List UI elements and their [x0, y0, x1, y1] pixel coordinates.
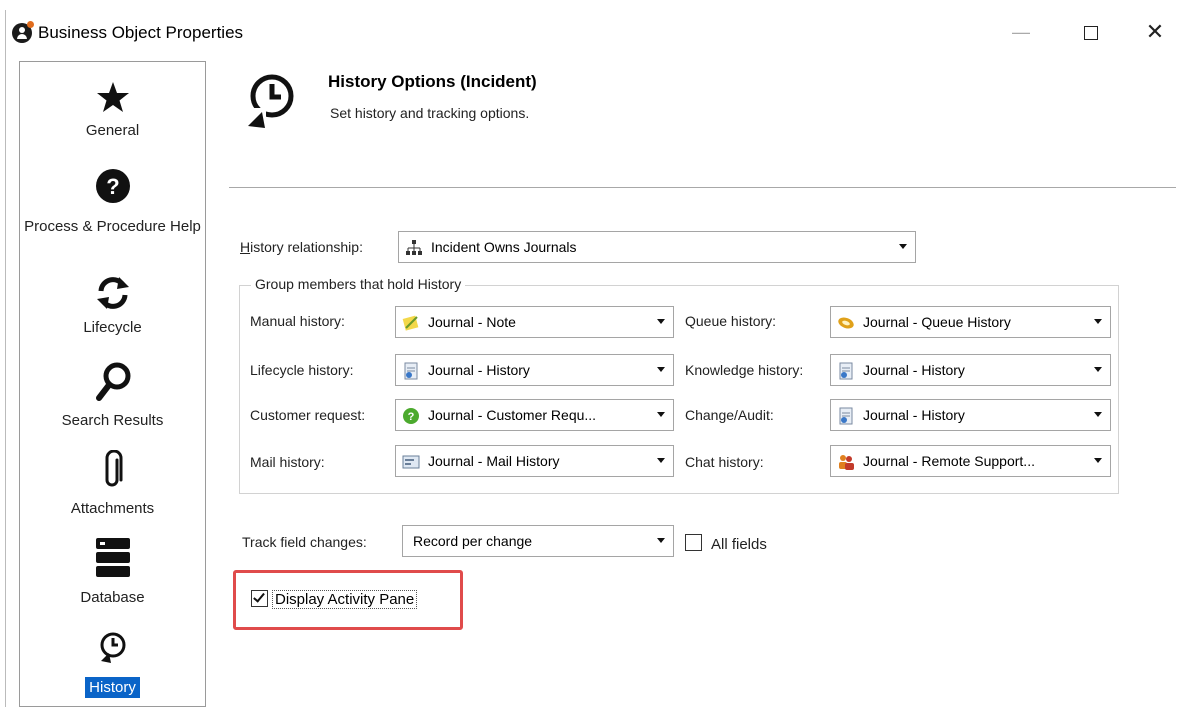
queue-history-dropdown[interactable]: Journal - Queue History — [830, 306, 1111, 338]
chevron-down-icon — [657, 458, 665, 463]
dropdown-value: Record per change — [413, 533, 533, 549]
chevron-down-icon — [657, 412, 665, 417]
note-icon — [402, 315, 419, 331]
history-relationship-dropdown[interactable]: Incident Owns Journals — [398, 231, 916, 263]
change-audit-label: Change/Audit: — [685, 407, 774, 423]
knowledge-history-label: Knowledge history: — [685, 362, 804, 378]
dropdown-value: Journal - Queue History — [863, 314, 1011, 330]
dropdown-value: Incident Owns Journals — [431, 239, 577, 255]
sidebar-item-label: General — [85, 122, 140, 139]
dropdown-value: Journal - Mail History — [428, 453, 560, 469]
hierarchy-icon — [406, 240, 422, 255]
mail-icon — [402, 455, 420, 469]
queue-icon — [838, 317, 854, 329]
chevron-down-icon — [1094, 412, 1102, 417]
customer-request-label: Customer request: — [250, 407, 366, 423]
track-field-changes-dropdown[interactable]: Record per change — [402, 525, 674, 557]
customer-request-icon: ? — [403, 408, 419, 424]
group-title: Group members that hold History — [251, 276, 466, 292]
history-icon — [248, 74, 294, 128]
header-divider — [229, 187, 1176, 188]
window-title: Business Object Properties — [38, 23, 244, 42]
dropdown-value: Journal - History — [428, 362, 530, 378]
sidebar-item-attachments[interactable]: Attachments — [20, 450, 205, 517]
chevron-down-icon — [657, 538, 665, 543]
history-relationship-label: History relationship: — [240, 239, 363, 255]
queue-history-label: Queue history: — [685, 313, 777, 329]
question-icon: ? — [95, 169, 130, 203]
chevron-down-icon — [1094, 458, 1102, 463]
sidebar-item-label: Attachments — [70, 500, 155, 517]
journal-icon — [404, 362, 418, 380]
sidebar-item-label: Search Results — [61, 412, 164, 429]
manual-history-dropdown[interactable]: Journal - Note — [395, 306, 674, 338]
star-icon — [96, 82, 129, 112]
window-left-border — [5, 10, 6, 707]
dropdown-value: Journal - Customer Requ... — [428, 407, 597, 423]
chevron-down-icon — [899, 244, 907, 249]
display-activity-pane-checkbox[interactable] — [251, 590, 268, 607]
chat-history-label: Chat history: — [685, 454, 764, 470]
manual-history-label: Manual history: — [250, 313, 345, 329]
sidebar: General ? Process & Procedure Help Lifec… — [19, 61, 206, 707]
journal-icon — [839, 407, 853, 425]
sidebar-item-label: Database — [80, 589, 145, 606]
magnifier-icon — [95, 362, 130, 401]
dropdown-value: Journal - History — [863, 407, 965, 423]
svg-text:?: ? — [408, 411, 415, 423]
journal-icon — [839, 362, 853, 380]
title-bar: Business Object Properties — ✕ — [0, 0, 1188, 60]
mail-history-label: Mail history: — [250, 454, 325, 470]
change-audit-dropdown[interactable]: Journal - History — [830, 399, 1111, 431]
mail-history-dropdown[interactable]: Journal - Mail History — [395, 445, 674, 477]
dropdown-value: Journal - Remote Support... — [863, 453, 1035, 469]
history-icon — [100, 632, 125, 663]
sidebar-item-search-results[interactable]: Search Results — [20, 362, 205, 429]
app-logo-icon — [12, 21, 34, 43]
sidebar-item-label: Lifecycle — [83, 319, 142, 336]
minimize-button[interactable]: — — [998, 14, 1044, 50]
sidebar-item-process-help[interactable]: ? Process & Procedure Help — [20, 168, 205, 235]
dropdown-value: Journal - History — [863, 362, 965, 378]
display-activity-pane-label[interactable]: Display Activity Pane — [272, 590, 418, 609]
knowledge-history-dropdown[interactable]: Journal - History — [830, 354, 1111, 386]
chevron-down-icon — [1094, 367, 1102, 372]
chat-people-icon — [839, 455, 854, 470]
all-fields-label: All fields — [711, 536, 767, 553]
maximize-icon — [1084, 26, 1098, 41]
all-fields-checkbox[interactable] — [685, 534, 702, 551]
sidebar-item-general[interactable]: General — [20, 80, 205, 139]
sidebar-item-lifecycle[interactable]: Lifecycle — [20, 275, 205, 336]
chat-history-dropdown[interactable]: Journal - Remote Support... — [830, 445, 1111, 477]
sidebar-item-label: Process & Procedure Help — [24, 218, 201, 235]
lifecycle-history-label: Lifecycle history: — [250, 362, 354, 378]
svg-text:?: ? — [106, 174, 119, 199]
dropdown-value: Journal - Note — [428, 314, 516, 330]
close-button[interactable]: ✕ — [1132, 14, 1178, 50]
refresh-icon — [96, 277, 129, 309]
database-icon — [95, 538, 130, 577]
chevron-down-icon — [657, 367, 665, 372]
check-icon — [253, 590, 265, 603]
customer-request-dropdown[interactable]: ? Journal - Customer Requ... — [395, 399, 674, 431]
sidebar-item-label: History — [85, 677, 140, 698]
sidebar-item-database[interactable]: Database — [20, 537, 205, 606]
lifecycle-history-dropdown[interactable]: Journal - History — [395, 354, 674, 386]
chevron-down-icon — [657, 319, 665, 324]
chevron-down-icon — [1094, 319, 1102, 324]
track-field-changes-label: Track field changes: — [242, 534, 367, 550]
page-title: History Options (Incident) — [328, 72, 537, 91]
paperclip-icon — [105, 450, 122, 487]
sidebar-item-history[interactable]: History — [20, 631, 205, 698]
maximize-button[interactable] — [1068, 14, 1114, 50]
page-subtitle: Set history and tracking options. — [330, 105, 530, 121]
